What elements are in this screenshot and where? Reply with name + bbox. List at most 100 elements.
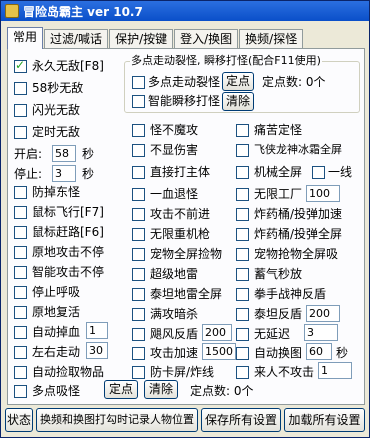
jixie-checkbox[interactable] <box>236 166 249 179</box>
shanguang-checkbox[interactable] <box>14 104 27 117</box>
auto-map-label: 自动换图 <box>254 346 303 360</box>
fangka-checkbox[interactable] <box>132 366 145 379</box>
kaiqi-label: 开启: <box>14 147 43 161</box>
feng-fan-input[interactable]: 200 <box>202 324 232 341</box>
wudi58-checkbox[interactable] <box>14 82 27 95</box>
load-settings-button[interactable]: 加载所有设置 <box>284 408 365 432</box>
duodian-clear-button[interactable]: 清除 <box>144 380 178 399</box>
wuyan-checkbox[interactable] <box>236 328 249 341</box>
window-title: 冒险岛霸主 ver 10.7 <box>23 4 143 19</box>
jixie-label: 机械全屏 <box>254 165 303 179</box>
zuoyou-label: 左右走动 <box>32 345 81 359</box>
auto-pick-checkbox[interactable] <box>14 366 27 379</box>
yongjiu-checkbox[interactable] <box>14 58 27 73</box>
zuoyou-input[interactable]: 30 <box>86 342 108 359</box>
zhayao2-checkbox[interactable] <box>236 228 249 241</box>
super-label: 超级地雷 <box>150 267 199 281</box>
tank-checkbox[interactable] <box>132 288 145 301</box>
tab-bar: 常用 过滤/喊话 保护/按键 登入/换图 换频/探怪 <box>7 27 304 49</box>
tingzhi-input[interactable]: 3 <box>52 165 76 182</box>
yuandi-attack-checkbox[interactable] <box>14 246 27 259</box>
noforward-checkbox[interactable] <box>132 208 145 221</box>
tt-fan-checkbox[interactable] <box>236 308 249 321</box>
shubiao-fly-checkbox[interactable] <box>14 206 27 219</box>
attack-speed-input[interactable]: 1500 <box>202 343 236 360</box>
nogun-label: 无限重机枪 <box>150 227 211 241</box>
laifangren-input[interactable]: 1 <box>318 362 352 379</box>
direct-checkbox[interactable] <box>132 166 145 179</box>
tingzhi-huxi-checkbox[interactable] <box>14 286 27 299</box>
tank-label: 泰坦地雷全屏 <box>150 287 223 301</box>
tt-fan-input[interactable]: 200 <box>306 305 340 322</box>
nogun-checkbox[interactable] <box>132 228 145 241</box>
switch-record-button[interactable]: 换频和换图打勾时记录人物位置 <box>36 408 198 432</box>
save-settings-button[interactable]: 保存所有设置 <box>201 408 281 432</box>
tongku-checkbox[interactable] <box>236 124 249 137</box>
shubiao-fly-label: 鼠标飞行[F7] <box>32 205 104 219</box>
auto-drop-checkbox[interactable] <box>14 326 27 339</box>
direct-label: 直接打主体 <box>150 165 211 179</box>
guai-bu-checkbox[interactable] <box>132 124 145 137</box>
auto-pick-label: 自动捡取物品 <box>32 365 105 379</box>
yuandi-revive-checkbox[interactable] <box>14 306 27 319</box>
tongku-label: 痛苦定怪 <box>254 123 303 137</box>
wuyan-input[interactable]: 3 <box>304 324 338 341</box>
feng-fan-checkbox[interactable] <box>132 328 145 341</box>
xuqi-label: 蓄气秒放 <box>254 267 303 281</box>
duodian-checkbox[interactable] <box>14 385 27 398</box>
auto-drop-input[interactable]: 1 <box>86 322 108 339</box>
yixue-checkbox[interactable] <box>132 188 145 201</box>
yixian-checkbox[interactable] <box>312 166 325 179</box>
guai-bu-label: 怪不魔攻 <box>150 123 199 137</box>
xuqi-checkbox[interactable] <box>236 268 249 281</box>
bu-hurt-label: 不显伤害 <box>150 143 199 157</box>
tab-filter[interactable]: 过滤/喊话 <box>44 29 109 49</box>
teleport-checkbox[interactable] <box>132 95 145 108</box>
kaiqi-input[interactable]: 58 <box>52 145 76 162</box>
yuandi-revive-label: 原地复活 <box>32 305 81 319</box>
quanshou-checkbox[interactable] <box>236 288 249 301</box>
teleport-dingdian-button[interactable]: 定点 <box>222 72 254 91</box>
tingzhi-label: 停止: <box>14 167 43 181</box>
status-button[interactable]: 状态 <box>5 408 33 432</box>
tingzhi-unit: 秒 <box>82 167 95 181</box>
super-checkbox[interactable] <box>132 268 145 281</box>
wuxian-input[interactable]: 100 <box>306 185 340 202</box>
yixue-label: 一血退怪 <box>150 187 199 201</box>
pet-qp-checkbox[interactable] <box>236 248 249 261</box>
auto-map-checkbox[interactable] <box>236 347 249 360</box>
zhayao1-label: 炸药桶/投弹加速 <box>254 207 343 221</box>
manna-checkbox[interactable] <box>132 308 145 321</box>
wuxian-checkbox[interactable] <box>236 188 249 201</box>
pet-pick-checkbox[interactable] <box>132 248 145 261</box>
duodian-count: 定点数: 0个 <box>190 384 254 398</box>
shubiao-gan-checkbox[interactable] <box>14 226 27 239</box>
attack-speed-checkbox[interactable] <box>132 347 145 360</box>
attack-speed-label: 攻击加速 <box>150 346 199 360</box>
tab-protect[interactable]: 保护/按键 <box>109 29 174 49</box>
dingshi-label: 定时无敌 <box>32 125 81 139</box>
feixia-checkbox[interactable] <box>236 144 249 157</box>
duodian-dingdian-button[interactable]: 定点 <box>104 380 138 399</box>
teleport-clear-button[interactable]: 清除 <box>222 92 254 111</box>
auto-map-input[interactable]: 60 <box>306 343 332 360</box>
noforward-label: 攻击不前进 <box>150 207 211 221</box>
manna-label: 满攻暗杀 <box>150 307 199 321</box>
zhayao1-checkbox[interactable] <box>236 208 249 221</box>
tab-panel-common: 永久无敌[F8] 58秒无敌 闪光无敌 定时无敌 开启: 58 秒 停止: 3 … <box>7 48 365 405</box>
teleport-group-title: 多点走动裂怪, 瞬移打怪(配合F11使用) <box>130 53 322 69</box>
tab-common[interactable]: 常用 <box>7 27 44 49</box>
zhineng-attack-checkbox[interactable] <box>14 266 27 279</box>
quanshou-label: 拳手战神反盾 <box>254 287 327 301</box>
fangzhu-checkbox[interactable] <box>14 186 27 199</box>
teleport-label: 智能瞬移打怪 <box>148 94 221 108</box>
tt-fan-label: 泰坦反盾 <box>254 307 303 321</box>
bu-hurt-checkbox[interactable] <box>132 144 145 157</box>
tab-channel[interactable]: 换频/探怪 <box>239 29 304 49</box>
feixia-label: 飞侠龙神冰霜全屏 <box>254 143 342 156</box>
walk-checkbox[interactable] <box>132 76 145 89</box>
dingshi-checkbox[interactable] <box>14 126 27 139</box>
laifangren-checkbox[interactable] <box>236 366 249 379</box>
zuoyou-checkbox[interactable] <box>14 346 27 359</box>
tab-login[interactable]: 登入/换图 <box>174 29 239 49</box>
